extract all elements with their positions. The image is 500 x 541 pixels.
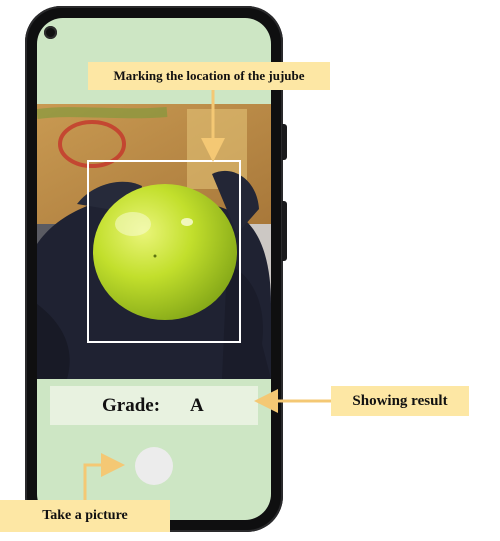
detection-bounding-box — [87, 160, 241, 343]
shutter-button[interactable] — [135, 447, 173, 485]
figure-stage: Grade: A Marking the location of the juj… — [0, 0, 500, 541]
phone-side-button-power — [282, 124, 287, 160]
grade-label: Grade: — [102, 394, 161, 416]
callout-result: Showing result — [331, 386, 469, 416]
callout-take-picture: Take a picture — [0, 500, 170, 532]
phone-screen: Grade: A — [37, 18, 271, 520]
grade-result-box: Grade: A — [50, 386, 258, 425]
camera-preview — [37, 104, 271, 379]
grade-value: A — [190, 394, 204, 416]
front-camera-icon — [44, 26, 57, 39]
callout-bounding-box: Marking the location of the jujube — [88, 62, 330, 90]
phone-side-button-volume — [282, 201, 287, 261]
